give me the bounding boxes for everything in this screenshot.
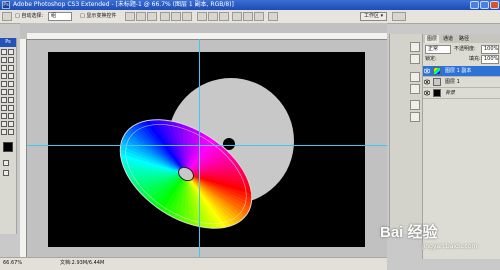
pen-tool-icon[interactable] xyxy=(1,105,7,111)
canvas[interactable] xyxy=(48,52,365,247)
window-title: Adobe Photoshop CS3 Extended - [未标题-1 @ … xyxy=(13,1,234,8)
layer-name[interactable]: 图层 1 xyxy=(445,78,460,86)
clone-source-icon[interactable] xyxy=(410,112,420,122)
move-tool-preset-icon[interactable] xyxy=(2,12,12,21)
layer-row[interactable]: 背景 xyxy=(423,88,500,99)
document-info[interactable]: 文档:2.93M/6.44M xyxy=(60,260,104,267)
brush-tool-icon[interactable] xyxy=(8,73,14,79)
shape-tool-icon[interactable] xyxy=(8,113,14,119)
history-brush-tool-icon[interactable] xyxy=(8,81,14,87)
color-icon[interactable] xyxy=(410,54,420,64)
tab-channels[interactable]: 通道 xyxy=(441,35,455,43)
type-tool-icon[interactable] xyxy=(8,105,14,111)
marquee-tool-icon[interactable] xyxy=(8,49,14,55)
distribute-top-icon[interactable] xyxy=(197,12,207,21)
app-icon: Ps xyxy=(2,1,10,9)
lock-label: 锁定: xyxy=(425,56,437,62)
horizontal-ruler[interactable] xyxy=(27,33,387,40)
vertical-ruler[interactable] xyxy=(20,39,27,263)
auto-select-dropdown[interactable]: 组 xyxy=(48,12,72,21)
distribute-right-icon[interactable] xyxy=(254,12,264,21)
layer-row[interactable]: 图层 1 副本 xyxy=(423,66,500,77)
distribute-bottom-icon[interactable] xyxy=(219,12,229,21)
layer-thumbnail xyxy=(433,89,441,97)
toolbox: Ps xyxy=(0,38,17,234)
zoom-tool-icon[interactable] xyxy=(8,129,14,135)
maximize-button[interactable] xyxy=(480,1,489,9)
fill-label: 填充: xyxy=(469,56,481,62)
toolbox-header: Ps xyxy=(0,38,16,47)
auto-select-label[interactable]: □ 自动选择: xyxy=(15,13,43,20)
zoom-level[interactable]: 66.67% xyxy=(3,260,22,267)
baidu-watermark: Bai 经验 xyxy=(380,224,438,241)
bridge-icon[interactable] xyxy=(392,12,406,21)
dodge-tool-icon[interactable] xyxy=(8,97,14,103)
blur-tool-icon[interactable] xyxy=(1,97,7,103)
align-hcenter-icon[interactable] xyxy=(171,12,181,21)
vertical-guide[interactable] xyxy=(199,39,200,263)
screen-mode-icon[interactable] xyxy=(3,170,9,176)
opacity-label: 不透明度: xyxy=(454,46,476,52)
show-transform-controls-label[interactable]: □ 显示变换控件 xyxy=(80,13,116,20)
opacity-input[interactable]: 100% xyxy=(481,45,499,54)
layer-name[interactable]: 图层 1 副本 xyxy=(445,67,471,75)
distribute-left-icon[interactable] xyxy=(232,12,242,21)
crop-tool-icon[interactable] xyxy=(1,65,7,71)
actions-icon[interactable] xyxy=(410,84,420,94)
eye-icon[interactable] xyxy=(424,79,430,85)
brushes-icon[interactable] xyxy=(410,100,420,110)
navigator-icon[interactable] xyxy=(410,42,420,52)
workspace-button[interactable]: 工作区 ▾ xyxy=(360,12,388,21)
palette-dock xyxy=(389,34,423,234)
layers-panel-tabs: 图层 通道 路径 xyxy=(423,34,500,43)
align-vcenter-icon[interactable] xyxy=(136,12,146,21)
horizontal-guide[interactable] xyxy=(27,145,387,146)
history-icon[interactable] xyxy=(410,72,420,82)
auto-align-icon[interactable] xyxy=(268,12,278,21)
move-tool-icon[interactable] xyxy=(1,49,7,55)
options-bar: □ 自动选择: 组 □ 显示变换控件 工作区 ▾ xyxy=(0,10,500,24)
gradient-tool-icon[interactable] xyxy=(8,89,14,95)
layer-thumbnail xyxy=(433,78,441,86)
align-right-icon[interactable] xyxy=(182,12,192,21)
align-top-icon[interactable] xyxy=(125,12,135,21)
lasso-tool-icon[interactable] xyxy=(1,57,7,63)
layer-thumbnail xyxy=(433,67,441,75)
tab-layers[interactable]: 图层 xyxy=(425,35,440,43)
clone-stamp-tool-icon[interactable] xyxy=(1,81,7,87)
layer-name[interactable]: 背景 xyxy=(445,89,455,97)
eye-icon[interactable] xyxy=(424,68,430,74)
eyedropper-tool-icon[interactable] xyxy=(8,121,14,127)
slice-tool-icon[interactable] xyxy=(8,65,14,71)
status-bar: 66.67% 文档:2.93M/6.44M xyxy=(0,257,387,270)
hand-tool-icon[interactable] xyxy=(1,129,7,135)
layer-row[interactable]: 图层 1 xyxy=(423,77,500,88)
tab-paths[interactable]: 路径 xyxy=(457,35,471,43)
eraser-tool-icon[interactable] xyxy=(1,89,7,95)
eye-icon[interactable] xyxy=(424,90,430,96)
align-bottom-icon[interactable] xyxy=(147,12,157,21)
path-select-tool-icon[interactable] xyxy=(1,113,7,119)
blend-mode-select[interactable]: 正常 xyxy=(425,45,451,54)
distribute-vcenter-icon[interactable] xyxy=(208,12,218,21)
distribute-hcenter-icon[interactable] xyxy=(243,12,253,21)
watermark-url: jingyan.baidu.com xyxy=(422,243,478,250)
align-left-icon[interactable] xyxy=(160,12,170,21)
minimize-button[interactable] xyxy=(470,1,479,9)
canvas-artwork xyxy=(119,78,294,229)
close-button[interactable] xyxy=(490,1,499,9)
healing-tool-icon[interactable] xyxy=(1,73,7,79)
quick-mask-icon[interactable] xyxy=(3,160,9,166)
quick-select-tool-icon[interactable] xyxy=(8,57,14,63)
title-bar: Ps Adobe Photoshop CS3 Extended - [未标题-1… xyxy=(0,0,500,10)
notes-tool-icon[interactable] xyxy=(1,121,7,127)
foreground-color-swatch[interactable] xyxy=(3,142,13,152)
fill-input[interactable]: 100% xyxy=(481,55,499,64)
